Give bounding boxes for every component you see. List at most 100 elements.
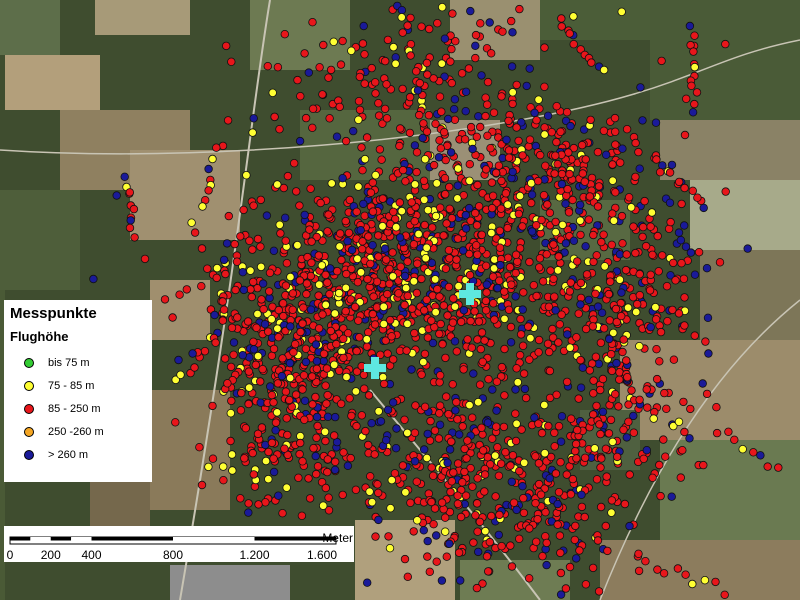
measurement-point (502, 135, 511, 144)
measurement-point (330, 465, 340, 475)
measurement-point (355, 105, 365, 115)
measurement-point (576, 200, 585, 209)
measurement-point (212, 273, 221, 283)
measurement-point (269, 344, 279, 354)
measurement-point (571, 439, 581, 449)
measurement-point (587, 58, 596, 67)
measurement-point (464, 64, 474, 73)
measurement-point (641, 241, 651, 251)
measurement-point (540, 449, 549, 458)
measurement-point (460, 444, 469, 454)
measurement-point (638, 222, 648, 232)
measurement-point (291, 340, 300, 349)
measurement-point (668, 305, 677, 315)
measurement-point (247, 292, 256, 302)
measurement-point (360, 384, 369, 393)
measurement-point (409, 527, 418, 536)
measurement-point (591, 289, 600, 298)
measurement-point (692, 88, 702, 97)
measurement-point (301, 357, 311, 367)
measurement-point (544, 421, 553, 431)
measurement-point (394, 289, 403, 298)
measurement-point (286, 322, 295, 331)
measurement-point (275, 220, 284, 229)
measurement-point (407, 304, 417, 313)
measurement-point (504, 116, 513, 126)
measurement-point (454, 548, 464, 557)
measurement-point (300, 49, 309, 58)
measurement-point (438, 340, 447, 349)
measurement-point (304, 474, 313, 483)
measurement-point (634, 549, 643, 558)
measurement-point (204, 186, 213, 195)
measurement-point (534, 419, 543, 428)
measurement-point (508, 99, 517, 109)
measurement-point (422, 58, 432, 68)
measurement-point (712, 428, 722, 438)
measurement-point (582, 270, 592, 279)
measurement-point (617, 7, 626, 16)
measurement-point (483, 131, 492, 140)
measurement-point (402, 346, 411, 355)
measurement-point (231, 285, 240, 295)
measurement-point (627, 203, 636, 212)
measurement-point (364, 440, 373, 450)
measurement-point (511, 292, 520, 301)
measurement-point (487, 178, 497, 187)
measurement-point (226, 436, 235, 446)
measurement-point (440, 173, 450, 183)
measurement-point (374, 111, 384, 120)
measurement-point (368, 240, 377, 250)
measurement-point (269, 398, 278, 407)
measurement-point (311, 392, 320, 402)
measurement-point (441, 264, 450, 273)
measurement-point (522, 81, 531, 91)
measurement-point (435, 409, 444, 418)
measurement-point (445, 182, 454, 192)
measurement-point (307, 237, 316, 246)
measurement-point (367, 498, 377, 507)
measurement-point (503, 200, 512, 209)
measurement-point (320, 427, 330, 436)
measurement-point (256, 195, 265, 205)
measurement-point (350, 302, 360, 312)
measurement-point (410, 328, 419, 338)
measurement-point (315, 280, 324, 289)
measurement-point (456, 576, 465, 585)
measurement-point (550, 428, 559, 437)
measurement-point (569, 40, 578, 49)
measurement-point (296, 327, 305, 337)
measurement-point (500, 314, 509, 324)
measurement-point (443, 458, 452, 467)
measurement-point (556, 127, 565, 136)
measurement-point (573, 425, 582, 435)
measurement-point (374, 407, 383, 416)
measurement-point (308, 123, 317, 132)
measurement-point (282, 259, 292, 268)
measurement-point (477, 328, 487, 337)
measurement-point (552, 101, 561, 111)
measurement-point (333, 267, 342, 276)
measurement-point (378, 194, 387, 203)
measurement-point (229, 350, 238, 359)
measurement-point (236, 406, 246, 415)
measurement-point (449, 468, 458, 477)
measurement-point (397, 206, 406, 216)
measurement-point (680, 130, 690, 140)
measurement-point (446, 487, 455, 497)
measurement-point (516, 330, 526, 339)
measurement-point (468, 482, 477, 491)
measurement-point (649, 414, 658, 423)
measurement-point (453, 499, 463, 508)
measurement-point (774, 463, 783, 472)
measurement-point (680, 183, 689, 193)
measurement-point (203, 264, 212, 273)
measurement-point (607, 240, 616, 249)
measurement-point (507, 562, 517, 571)
measurement-point (498, 27, 507, 36)
measurement-point (342, 372, 351, 382)
measurement-point (473, 180, 482, 190)
measurement-point (641, 557, 650, 566)
measurement-point (226, 409, 235, 418)
measurement-point (413, 516, 422, 525)
